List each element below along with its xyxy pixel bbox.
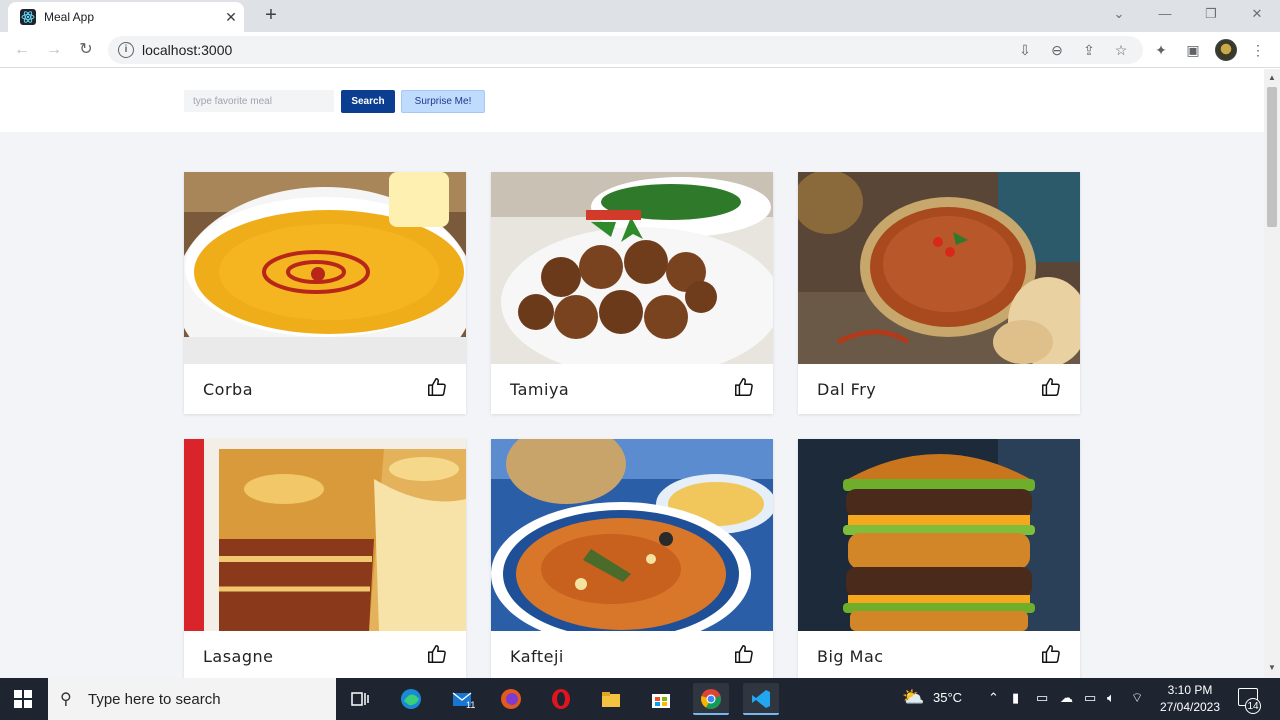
clock-date: 27/04/2023 xyxy=(1159,700,1221,714)
thumbs-up-icon[interactable] xyxy=(733,643,755,665)
edge-icon[interactable] xyxy=(393,683,429,715)
windows-start-icon[interactable] xyxy=(14,690,32,708)
search-icon: ⚲ xyxy=(60,691,72,708)
vscode-icon[interactable] xyxy=(743,683,779,715)
meal-image-dal-curry[interactable] xyxy=(798,172,1080,364)
page-viewport: Search Surprise Me! Corba xyxy=(0,69,1264,678)
install-icon[interactable]: ⇩ xyxy=(1015,40,1035,60)
thumbs-up-icon[interactable] xyxy=(1040,643,1062,665)
meal-name: Lasagne xyxy=(203,647,274,666)
scroll-thumb[interactable] xyxy=(1267,87,1277,227)
address-bar[interactable]: i localhost:3000 ⇩ ⊖ ⇪ ☆ xyxy=(108,36,1143,64)
meal-image-kafteji-plate[interactable] xyxy=(491,439,773,631)
meal-image-lentil-soup[interactable] xyxy=(184,172,466,364)
battery-icon[interactable]: ▭ xyxy=(1084,690,1096,706)
tab-search-icon[interactable]: ⌄ xyxy=(1108,4,1130,24)
meal-card-kafteji[interactable]: Kafteji xyxy=(491,439,773,678)
meal-image-falafel[interactable] xyxy=(491,172,773,364)
surprise-me-button[interactable]: Surprise Me! xyxy=(401,90,485,113)
profile-avatar-icon[interactable] xyxy=(1215,39,1237,61)
windows-taskbar: ⚲ Type here to search 11 ⛅ 35°C ⌃ ▮ ▭ ☁ … xyxy=(0,678,1280,720)
meet-now-icon[interactable]: ▭ xyxy=(1036,690,1048,706)
thumbs-up-icon[interactable] xyxy=(733,376,755,398)
meal-name: Dal Fry xyxy=(817,380,877,399)
meal-card-tamiya[interactable]: Tamiya xyxy=(491,172,773,414)
minimize-icon[interactable]: — xyxy=(1154,4,1176,24)
extensions-icon[interactable]: ✦ xyxy=(1151,40,1171,60)
clock-time: 3:10 PM xyxy=(1167,683,1213,697)
search-header: Search Surprise Me! xyxy=(0,69,1264,132)
browser-toolbar: ← → ↻ i localhost:3000 ⇩ ⊖ ⇪ ☆ ✦ ▣ ⋮ xyxy=(0,32,1280,68)
weather-icon[interactable]: ⛅ xyxy=(902,687,924,708)
bookmark-star-icon[interactable]: ☆ xyxy=(1111,40,1131,60)
task-view-icon[interactable] xyxy=(342,683,378,715)
zoom-out-icon[interactable]: ⊖ xyxy=(1047,40,1067,60)
wifi-icon[interactable]: ⌔ xyxy=(1131,690,1143,706)
thumbs-up-icon[interactable] xyxy=(426,376,448,398)
page-scrollbar[interactable]: ▲ ▼ xyxy=(1264,69,1280,678)
forward-arrow-icon[interactable]: → xyxy=(42,38,66,62)
meal-image-lasagne[interactable] xyxy=(184,439,466,631)
chrome-icon[interactable] xyxy=(693,683,729,715)
restore-icon[interactable]: ❐ xyxy=(1200,4,1222,24)
scroll-down-arrow-icon[interactable]: ▼ xyxy=(1268,663,1276,672)
scroll-up-arrow-icon[interactable]: ▲ xyxy=(1268,73,1276,82)
weather-temp[interactable]: 35°C xyxy=(933,690,962,705)
taskbar-clock[interactable]: 3:10 PM 27/04/2023 xyxy=(1158,682,1222,716)
mail-badge: 11 xyxy=(466,700,476,710)
new-tab-button[interactable]: + xyxy=(260,4,282,26)
meal-card-corba[interactable]: Corba xyxy=(184,172,466,414)
meal-name: Kafteji xyxy=(510,647,564,666)
meal-name: Tamiya xyxy=(510,380,570,399)
taskbar-search-box[interactable]: ⚲ Type here to search xyxy=(48,678,336,720)
site-info-icon[interactable]: i xyxy=(118,42,134,58)
window-close-icon[interactable]: ✕ xyxy=(1246,4,1268,24)
share-icon[interactable]: ⇪ xyxy=(1079,40,1099,60)
volume-icon[interactable]: 🔈︎ xyxy=(1107,690,1115,706)
notification-count: 14 xyxy=(1245,698,1261,714)
react-favicon-icon xyxy=(20,9,36,25)
reload-icon[interactable]: ↻ xyxy=(74,38,98,62)
thumbs-up-icon[interactable] xyxy=(1040,376,1062,398)
firefox-icon[interactable] xyxy=(493,683,529,715)
meal-card-lasagne[interactable]: Lasagne xyxy=(184,439,466,678)
side-panel-icon[interactable]: ▣ xyxy=(1183,40,1203,60)
url-text[interactable]: localhost:3000 xyxy=(142,42,232,58)
browser-tab[interactable]: Meal App ✕ xyxy=(8,2,244,32)
tab-title: Meal App xyxy=(44,10,95,24)
kebab-menu-icon[interactable]: ⋮ xyxy=(1248,40,1268,60)
mail-icon[interactable] xyxy=(444,683,480,715)
meal-card-dal-fry[interactable]: Dal Fry xyxy=(798,172,1080,414)
onedrive-icon[interactable]: ☁ xyxy=(1060,690,1073,706)
meal-name: Big Mac xyxy=(817,647,884,666)
meal-image-double-burger[interactable] xyxy=(798,439,1080,631)
file-explorer-icon[interactable] xyxy=(593,683,629,715)
meal-name: Corba xyxy=(203,380,253,399)
opera-icon[interactable] xyxy=(543,683,579,715)
taskbar-search-text: Type here to search xyxy=(88,691,221,708)
device-icon[interactable]: ▮ xyxy=(1012,690,1019,706)
tab-close-icon[interactable]: ✕ xyxy=(222,8,240,26)
back-arrow-icon[interactable]: ← xyxy=(10,38,34,62)
search-button[interactable]: Search xyxy=(341,90,395,113)
search-input[interactable] xyxy=(184,90,334,112)
meal-card-big-mac[interactable]: Big Mac xyxy=(798,439,1080,678)
thumbs-up-icon[interactable] xyxy=(426,643,448,665)
browser-tab-bar: Meal App ✕ + ⌄ — ❐ ✕ xyxy=(0,0,1280,32)
store-icon[interactable] xyxy=(643,683,679,715)
show-hidden-icons-icon[interactable]: ⌃ xyxy=(988,690,999,706)
